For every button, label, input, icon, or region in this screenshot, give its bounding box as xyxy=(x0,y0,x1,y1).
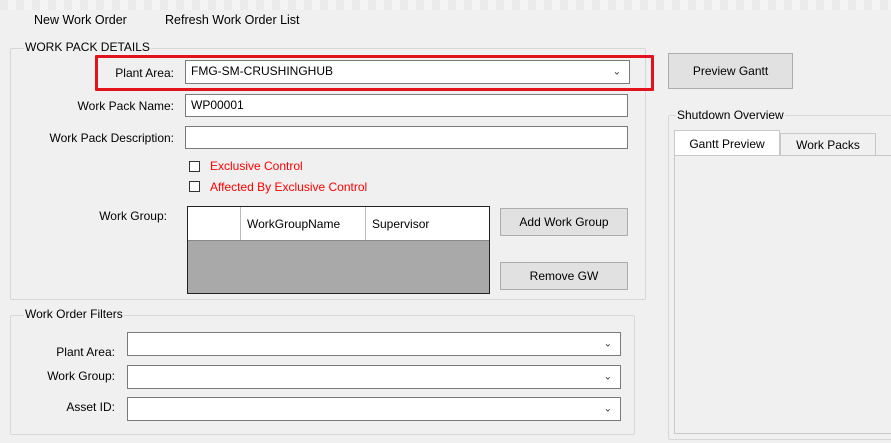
grid-column-header-supervisor[interactable]: Supervisor xyxy=(366,207,429,240)
top-edge xyxy=(0,0,891,10)
tab-gantt-preview[interactable]: Gantt Preview xyxy=(674,130,780,156)
gantt-preview-panel xyxy=(674,155,891,434)
work-group-grid[interactable]: WorkGroupName Supervisor xyxy=(187,206,490,294)
filter-plant-area-dropdown[interactable]: ⌄ xyxy=(127,332,621,356)
grid-column-header-workgroupname[interactable]: WorkGroupName xyxy=(241,207,366,240)
affected-by-exclusive-control-label: Affected By Exclusive Control xyxy=(210,180,368,194)
preview-gantt-button[interactable]: Preview Gantt xyxy=(668,53,793,89)
add-work-group-button[interactable]: Add Work Group xyxy=(500,208,628,236)
work-group-grid-header: WorkGroupName Supervisor xyxy=(188,207,489,241)
filter-asset-id-label: Asset ID: xyxy=(66,400,115,414)
filter-asset-id-dropdown[interactable]: ⌄ xyxy=(127,397,621,421)
grid-row-header-cell xyxy=(188,207,241,240)
chevron-down-icon: ⌄ xyxy=(603,338,612,350)
exclusive-control-label: Exclusive Control xyxy=(210,159,303,173)
highlight-box xyxy=(95,55,654,91)
chevron-down-icon: ⌄ xyxy=(603,403,612,415)
filter-plant-area-label: Plant Area: xyxy=(56,345,115,359)
menu-new-work-order[interactable]: New Work Order xyxy=(34,13,127,27)
filter-work-group-dropdown[interactable]: ⌄ xyxy=(127,365,621,389)
shutdown-overview-title: Shutdown Overview xyxy=(676,108,785,122)
remove-gw-button[interactable]: Remove GW xyxy=(500,262,628,290)
exclusive-control-checkbox[interactable] xyxy=(189,161,200,172)
work-pack-name-label: Work Pack Name: xyxy=(77,99,174,113)
tab-work-packs[interactable]: Work Packs xyxy=(780,133,876,156)
chevron-down-icon: ⌄ xyxy=(603,371,612,383)
work-order-filters-title: Work Order Filters xyxy=(24,307,124,321)
work-group-label: Work Group: xyxy=(99,209,167,223)
menu-refresh-work-order-list[interactable]: Refresh Work Order List xyxy=(165,13,300,27)
work-pack-details-title: WORK PACK DETAILS xyxy=(24,40,151,54)
filter-work-group-label: Work Group: xyxy=(47,369,115,383)
work-pack-name-field[interactable]: WP00001 xyxy=(185,94,628,117)
work-pack-description-field[interactable] xyxy=(185,126,628,149)
work-pack-description-label: Work Pack Description: xyxy=(49,131,174,145)
affected-by-exclusive-control-checkbox[interactable] xyxy=(189,181,200,192)
